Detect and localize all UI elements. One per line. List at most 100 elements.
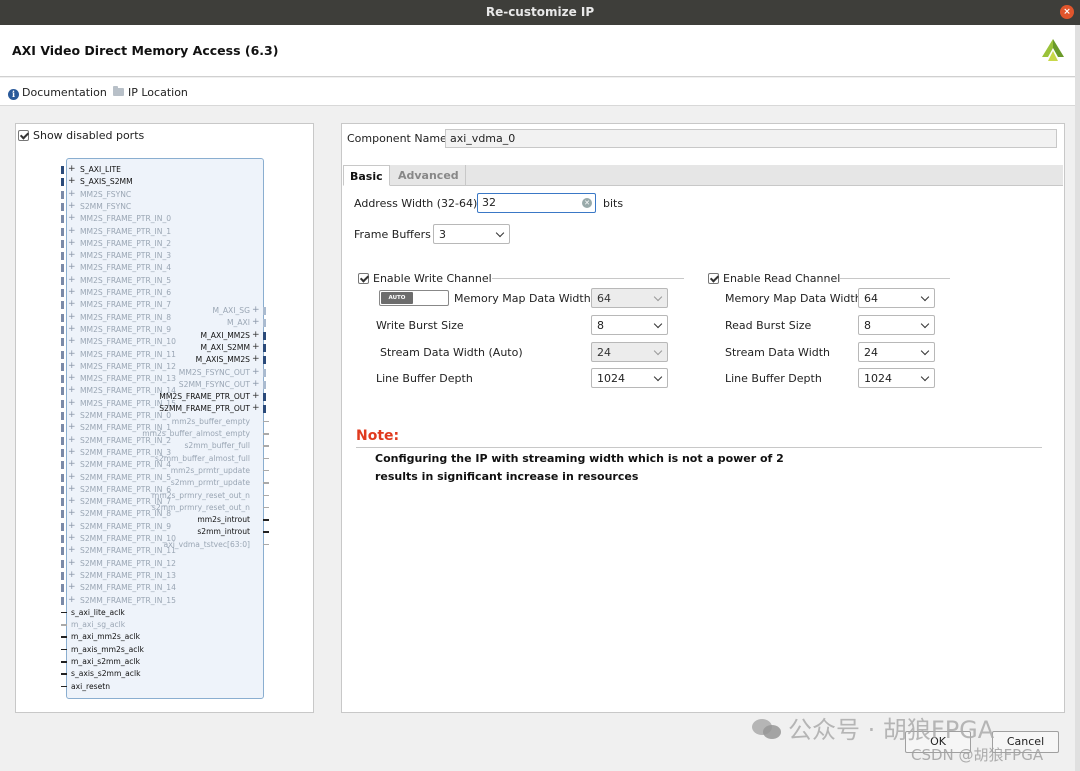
- scrollbar[interactable]: [1075, 25, 1080, 771]
- port-left[interactable]: MM2S_FRAME_PTR_IN_10: [80, 337, 176, 346]
- tab-basic[interactable]: Basic: [343, 165, 390, 186]
- port-right[interactable]: mm2s_prmry_reset_out_n: [152, 491, 250, 500]
- port-right[interactable]: M_AXIS_MM2S: [196, 355, 250, 364]
- auto-toggle[interactable]: AUTO: [379, 290, 449, 306]
- port-left[interactable]: S2MM_FRAME_PTR_IN_10: [80, 534, 176, 543]
- note-title: Note:: [356, 428, 400, 444]
- close-icon[interactable]: ×: [1060, 5, 1074, 19]
- frame-buffers-value: 3: [439, 228, 446, 241]
- port-right[interactable]: M_AXI_SG: [213, 306, 251, 315]
- read-group-divider: [840, 278, 950, 279]
- port-right[interactable]: M_AXI_MM2S: [200, 331, 250, 340]
- write-burst-size-select[interactable]: 8: [591, 315, 668, 335]
- show-disabled-ports-checkbox[interactable]: Show disabled ports: [18, 129, 144, 142]
- port-right[interactable]: s2mm_buffer_almost_full: [155, 454, 250, 463]
- port-right[interactable]: s2mm_prmtr_update: [171, 478, 250, 487]
- frame-buffers-select[interactable]: 3: [433, 224, 510, 244]
- port-left[interactable]: MM2S_FRAME_PTR_IN_3: [80, 251, 171, 260]
- port-left[interactable]: S2MM_FRAME_PTR_IN_11: [80, 546, 176, 555]
- checkbox-icon[interactable]: [18, 130, 29, 141]
- port-left[interactable]: MM2S_FRAME_PTR_IN_12: [80, 362, 176, 371]
- window-title: Re-customize IP: [485, 5, 595, 19]
- port-left[interactable]: S_AXI_LITE: [80, 165, 121, 174]
- chevron-down-icon: [653, 346, 663, 356]
- port-right[interactable]: s2mm_introut: [197, 527, 250, 536]
- port-left[interactable]: MM2S_FRAME_PTR_IN_8: [80, 313, 171, 322]
- checkbox-icon[interactable]: [708, 273, 719, 284]
- port-right[interactable]: mm2s_introut: [197, 515, 250, 524]
- port-left[interactable]: m_axis_mm2s_aclk: [71, 645, 144, 654]
- port-left[interactable]: S_AXIS_S2MM: [80, 177, 133, 186]
- tab-advanced[interactable]: Advanced: [392, 165, 466, 186]
- xilinx-logo-icon: [1042, 39, 1064, 61]
- port-right[interactable]: S2MM_FRAME_PTR_OUT: [159, 404, 250, 413]
- read-burst-size-select[interactable]: 8: [858, 315, 935, 335]
- watermark-main-text: 公众号 · 胡狼FPGA: [788, 716, 995, 744]
- port-left[interactable]: MM2S_FRAME_PTR_IN_1: [80, 227, 171, 236]
- write-group-divider: [492, 278, 684, 279]
- port-right[interactable]: axi_vdma_tstvec[63:0]: [164, 540, 250, 549]
- port-left[interactable]: MM2S_FRAME_PTR_IN_0: [80, 214, 171, 223]
- address-width-label: Address Width (32-64): [354, 197, 478, 210]
- port-right[interactable]: mm2s_buffer_almost_empty: [142, 429, 250, 438]
- checkbox-icon[interactable]: [358, 273, 369, 284]
- write-line-buffer-depth-select[interactable]: 1024: [591, 368, 668, 388]
- port-left[interactable]: S2MM_FRAME_PTR_IN_9: [80, 522, 171, 531]
- show-disabled-ports-label: Show disabled ports: [33, 129, 145, 142]
- port-left[interactable]: S2MM_FRAME_PTR_IN_13: [80, 571, 176, 580]
- port-left[interactable]: S2MM_FRAME_PTR_IN_12: [80, 559, 176, 568]
- port-right[interactable]: mm2s_buffer_empty: [172, 417, 250, 426]
- port-left[interactable]: S2MM_FRAME_PTR_IN_5: [80, 473, 171, 482]
- documentation-link[interactable]: i Documentation: [8, 86, 107, 100]
- read-mm-data-width-value: 64: [864, 292, 878, 305]
- port-left[interactable]: S2MM_FRAME_PTR_IN_15: [80, 596, 176, 605]
- address-width-input[interactable]: 32 ✕: [477, 193, 596, 213]
- port-left[interactable]: S2MM_FRAME_PTR_IN_14: [80, 583, 176, 592]
- read-mm-data-width-select[interactable]: 64: [858, 288, 935, 308]
- write-line-buffer-depth-value: 1024: [597, 372, 625, 385]
- address-width-unit: bits: [603, 197, 624, 210]
- port-right[interactable]: M_AXI_S2MM: [200, 343, 250, 352]
- write-line-buffer-depth-label: Line Buffer Depth: [376, 372, 473, 385]
- enable-read-channel-checkbox[interactable]: Enable Read Channel: [708, 272, 840, 285]
- clear-icon[interactable]: ✕: [582, 198, 592, 208]
- enable-write-channel-label: Enable Write Channel: [373, 272, 492, 285]
- port-left[interactable]: s_axis_s2mm_aclk: [71, 669, 140, 678]
- port-right[interactable]: M_AXI: [227, 318, 250, 327]
- frame-buffers-label: Frame Buffers: [354, 228, 431, 241]
- read-line-buffer-depth-select[interactable]: 1024: [858, 368, 935, 388]
- port-left[interactable]: m_axi_sg_aclk: [71, 620, 125, 629]
- watermark-sub-text: CSDN @胡狼FPGA: [911, 746, 1044, 764]
- port-left[interactable]: S2MM_FRAME_PTR_IN_0: [80, 411, 171, 420]
- port-left[interactable]: MM2S_FRAME_PTR_IN_9: [80, 325, 171, 334]
- port-left[interactable]: MM2S_FRAME_PTR_IN_7: [80, 300, 171, 309]
- ip-title: AXI Video Direct Memory Access (6.3): [12, 43, 279, 58]
- port-right[interactable]: s2mm_buffer_full: [184, 441, 250, 450]
- port-right[interactable]: S2MM_FSYNC_OUT: [179, 380, 250, 389]
- note-divider: [356, 447, 1042, 448]
- ip-location-link[interactable]: IP Location: [113, 86, 188, 99]
- port-left[interactable]: MM2S_FRAME_PTR_IN_5: [80, 276, 171, 285]
- port-left[interactable]: MM2S_FSYNC: [80, 190, 131, 199]
- port-left[interactable]: MM2S_FRAME_PTR_IN_6: [80, 288, 171, 297]
- folder-icon: [113, 86, 124, 96]
- port-left[interactable]: MM2S_FRAME_PTR_IN_4: [80, 263, 171, 272]
- port-right[interactable]: MM2S_FRAME_PTR_OUT: [159, 392, 250, 401]
- chevron-down-icon: [920, 292, 930, 302]
- port-left[interactable]: MM2S_FRAME_PTR_IN_13: [80, 374, 176, 383]
- port-left[interactable]: m_axi_s2mm_aclk: [71, 657, 140, 666]
- port-left[interactable]: MM2S_FRAME_PTR_IN_11: [80, 350, 176, 359]
- read-stream-data-width-select[interactable]: 24: [858, 342, 935, 362]
- basic-tab-panel: [343, 186, 1063, 711]
- port-right[interactable]: s2mm_prmry_reset_out_n: [152, 503, 250, 512]
- port-right[interactable]: mm2s_prmtr_update: [171, 466, 250, 475]
- port-left[interactable]: MM2S_FRAME_PTR_IN_2: [80, 239, 171, 248]
- component-name-field[interactable]: axi_vdma_0: [445, 129, 1057, 148]
- enable-write-channel-checkbox[interactable]: Enable Write Channel: [358, 272, 492, 285]
- read-stream-data-width-value: 24: [864, 346, 878, 359]
- port-left[interactable]: axi_resetn: [71, 682, 110, 691]
- port-right[interactable]: MM2S_FSYNC_OUT: [179, 368, 250, 377]
- port-left[interactable]: S2MM_FSYNC: [80, 202, 131, 211]
- port-left[interactable]: m_axi_mm2s_aclk: [71, 632, 140, 641]
- port-left[interactable]: s_axi_lite_aclk: [71, 608, 125, 617]
